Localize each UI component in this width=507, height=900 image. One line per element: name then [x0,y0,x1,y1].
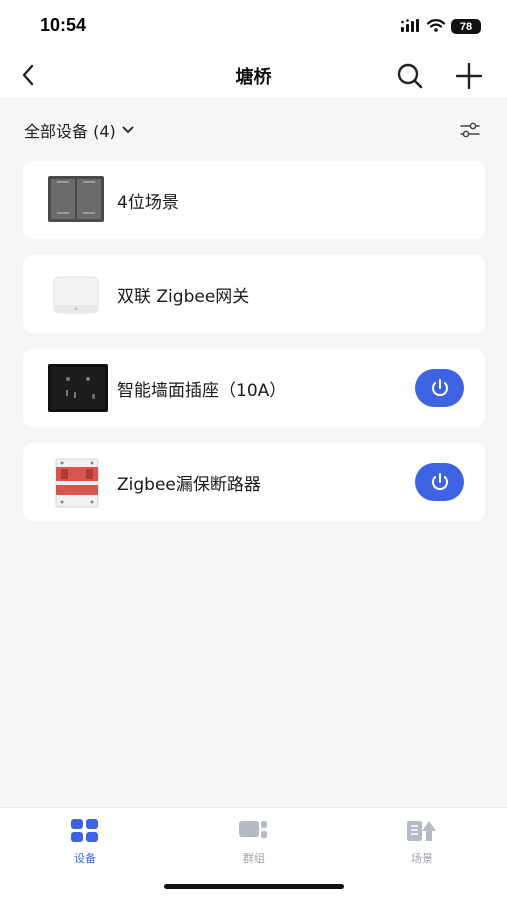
navigation-bar: 塘桥 [0,52,507,98]
power-icon [431,379,448,397]
gateway-thumbnail-icon [48,269,104,319]
scene-icon [407,818,437,844]
device-filter-dropdown[interactable]: 全部设备 (4) [24,118,134,142]
tab-label: 场景 [411,852,433,865]
cellular-signal-icon [401,17,421,36]
home-indicator[interactable] [164,884,344,889]
filter-settings-button[interactable] [457,118,483,142]
power-toggle-button[interactable] [415,463,464,501]
device-name: 智能墙面插座（10A） [117,381,287,401]
page-title: 塘桥 [235,67,272,88]
search-icon [397,63,423,89]
device-name: Zigbee漏保断路器 [117,475,261,495]
device-name: 4位场景 [117,193,179,213]
tab-label: 群组 [243,852,265,865]
search-button[interactable] [395,61,425,91]
add-device-button[interactable] [453,61,485,91]
wall-socket-thumbnail-icon [48,363,108,413]
wifi-icon [426,17,446,36]
tab-devices[interactable]: 设备 [45,818,125,866]
plus-icon [455,62,483,90]
device-card-scene-panel[interactable]: 4位场景 [23,161,485,239]
power-icon [431,473,448,491]
device-list: 4位场景 双联 Zigbee网关 智能墙面插座（10A） Zigbee漏保断路器 [23,161,485,537]
group-icon [239,818,269,844]
tab-scenes[interactable]: 场景 [382,818,462,866]
device-filter-row: 全部设备 (4) [0,114,507,144]
devices-grid-icon [70,818,100,844]
scene-panel-thumbnail-icon [48,175,104,225]
status-icons: 78 [401,17,481,36]
status-time: 10:54 [40,15,87,35]
status-bar: 10:54 78 [0,0,507,52]
power-toggle-button[interactable] [415,369,464,407]
device-card-wall-socket[interactable]: 智能墙面插座（10A） [23,349,485,427]
device-card-zigbee-gateway[interactable]: 双联 Zigbee网关 [23,255,485,333]
sliders-icon [460,122,480,138]
tab-label: 设备 [74,852,96,865]
circuit-breaker-thumbnail-icon [48,457,104,508]
chevron-down-icon [122,126,134,133]
device-filter-label: 全部设备 (4) [24,122,116,141]
device-name: 双联 Zigbee网关 [117,287,250,307]
tab-groups[interactable]: 群组 [214,818,294,866]
battery-indicator: 78 [451,19,481,34]
device-card-circuit-breaker[interactable]: Zigbee漏保断路器 [23,443,485,521]
